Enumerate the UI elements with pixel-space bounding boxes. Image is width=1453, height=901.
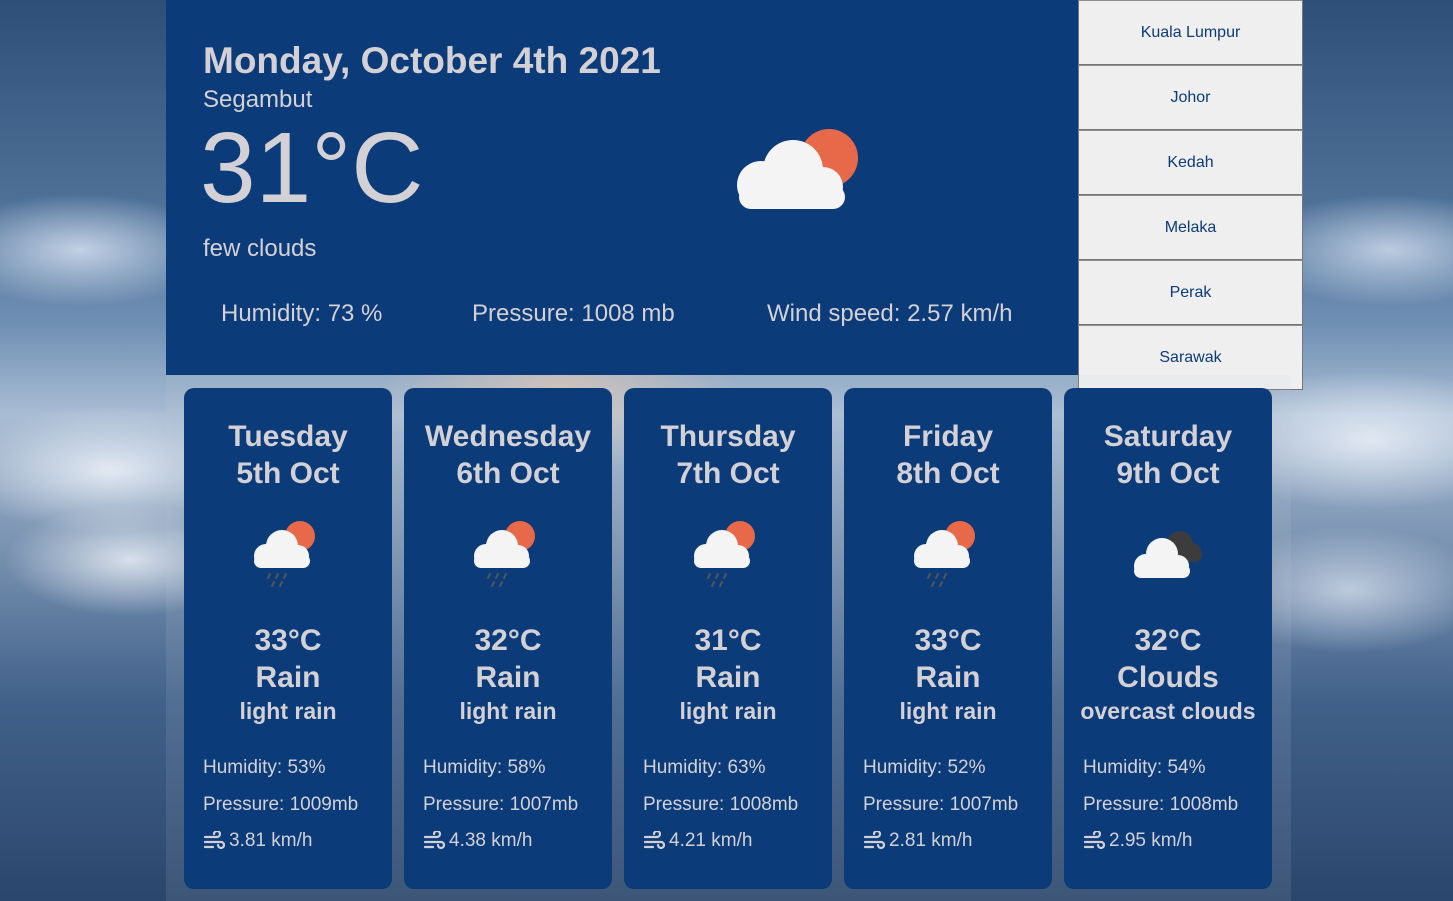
forecast-description: light rain (679, 698, 777, 724)
wind-icon (423, 831, 445, 850)
forecast-description: overcast clouds (1080, 698, 1256, 724)
forecast-humidity: Humidity: 52% (863, 757, 986, 778)
forecast-card-friday: Friday 8th Oct 33°C Rain light rain Humi… (844, 388, 1052, 889)
forecast-date: 6th Oct (456, 457, 560, 490)
current-pressure: Pressure: 1008 mb (472, 300, 675, 327)
overcast-clouds-icon (1134, 531, 1202, 578)
forecast-day: Friday (902, 420, 994, 453)
forecast-pressure: Pressure: 1007mb (423, 794, 579, 815)
forecast-date: 7th Oct (676, 457, 780, 490)
forecast-wind-speed: 3.81 km/h (229, 830, 313, 851)
forecast-condition: Clouds (1117, 661, 1219, 694)
few-clouds-icon (737, 129, 858, 209)
forecast-card-thursday: Thursday 7th Oct 31°C Rain light rain Hu… (624, 388, 832, 889)
rain-icon (254, 521, 315, 587)
wind-icon (1083, 831, 1105, 850)
current-description: few clouds (203, 235, 317, 262)
city-list: Kuala Lumpur Johor Kedah Melaka Perak Sa… (1078, 0, 1303, 390)
forecast-humidity: Humidity: 58% (423, 757, 546, 778)
forecast-wind: 2.81 km/h (863, 830, 972, 852)
forecast-wind: 4.38 km/h (423, 830, 532, 852)
wind-icon (643, 831, 665, 850)
forecast-section: Tuesday 5th Oct 33°C Rain light rain Hum… (166, 375, 1291, 901)
forecast-description: light rain (899, 698, 997, 724)
forecast-wind-speed: 4.21 km/h (669, 830, 753, 851)
forecast-date: 8th Oct (896, 457, 1000, 490)
forecast-wind: 2.95 km/h (1083, 830, 1192, 852)
forecast-temperature: 32°C (474, 624, 542, 657)
forecast-humidity: Humidity: 54% (1083, 757, 1206, 778)
current-wind-speed: Wind speed: 2.57 km/h (767, 300, 1013, 327)
city-button-kedah[interactable]: Kedah (1078, 130, 1303, 195)
forecast-wind: 4.21 km/h (643, 830, 752, 852)
forecast-condition: Rain (915, 661, 981, 694)
forecast-pressure: Pressure: 1008mb (643, 794, 799, 815)
forecast-wind-speed: 4.38 km/h (449, 830, 533, 851)
forecast-wind-speed: 2.81 km/h (889, 830, 973, 851)
rain-icon (914, 521, 975, 587)
city-button-melaka[interactable]: Melaka (1078, 195, 1303, 260)
forecast-date: 9th Oct (1116, 457, 1220, 490)
forecast-condition: Rain (695, 661, 761, 694)
wind-icon (203, 831, 225, 850)
forecast-wind-speed: 2.95 km/h (1109, 830, 1193, 851)
city-button-kuala-lumpur[interactable]: Kuala Lumpur (1078, 0, 1303, 65)
current-humidity: Humidity: 73 % (221, 300, 383, 327)
forecast-card-tuesday: Tuesday 5th Oct 33°C Rain light rain Hum… (184, 388, 392, 889)
forecast-condition: Rain (475, 661, 541, 694)
rain-icon (694, 521, 755, 587)
rain-icon (474, 521, 535, 587)
forecast-condition: Rain (255, 661, 321, 694)
city-button-johor[interactable]: Johor (1078, 65, 1303, 130)
forecast-pressure: Pressure: 1009mb (203, 794, 359, 815)
current-date: Monday, October 4th 2021 (203, 40, 661, 81)
forecast-pressure: Pressure: 1008mb (1083, 794, 1239, 815)
forecast-description: light rain (459, 698, 557, 724)
forecast-temperature: 33°C (254, 624, 322, 657)
forecast-day: Wednesday (424, 420, 592, 453)
forecast-date: 5th Oct (236, 457, 340, 490)
current-location: Segambut (203, 86, 313, 113)
forecast-temperature: 32°C (1134, 624, 1202, 657)
forecast-day: Saturday (1103, 420, 1233, 453)
forecast-card-wednesday: Wednesday 6th Oct 32°C Rain light rain H… (404, 388, 612, 889)
wind-icon (863, 831, 885, 850)
forecast-temperature: 31°C (694, 624, 762, 657)
current-temperature: 31°C (200, 112, 424, 224)
city-button-perak[interactable]: Perak (1078, 260, 1303, 325)
forecast-day: Thursday (660, 420, 796, 453)
forecast-humidity: Humidity: 63% (643, 757, 766, 778)
forecast-card-saturday: Saturday 9th Oct 32°C Clouds overcast cl… (1064, 388, 1272, 889)
forecast-description: light rain (239, 698, 337, 724)
forecast-pressure: Pressure: 1007mb (863, 794, 1019, 815)
forecast-day: Tuesday (228, 420, 348, 453)
forecast-wind: 3.81 km/h (203, 830, 312, 852)
current-weather-panel: Monday, October 4th 2021 Segambut 31°C f… (166, 0, 1078, 375)
forecast-humidity: Humidity: 53% (203, 757, 326, 778)
forecast-temperature: 33°C (914, 624, 982, 657)
